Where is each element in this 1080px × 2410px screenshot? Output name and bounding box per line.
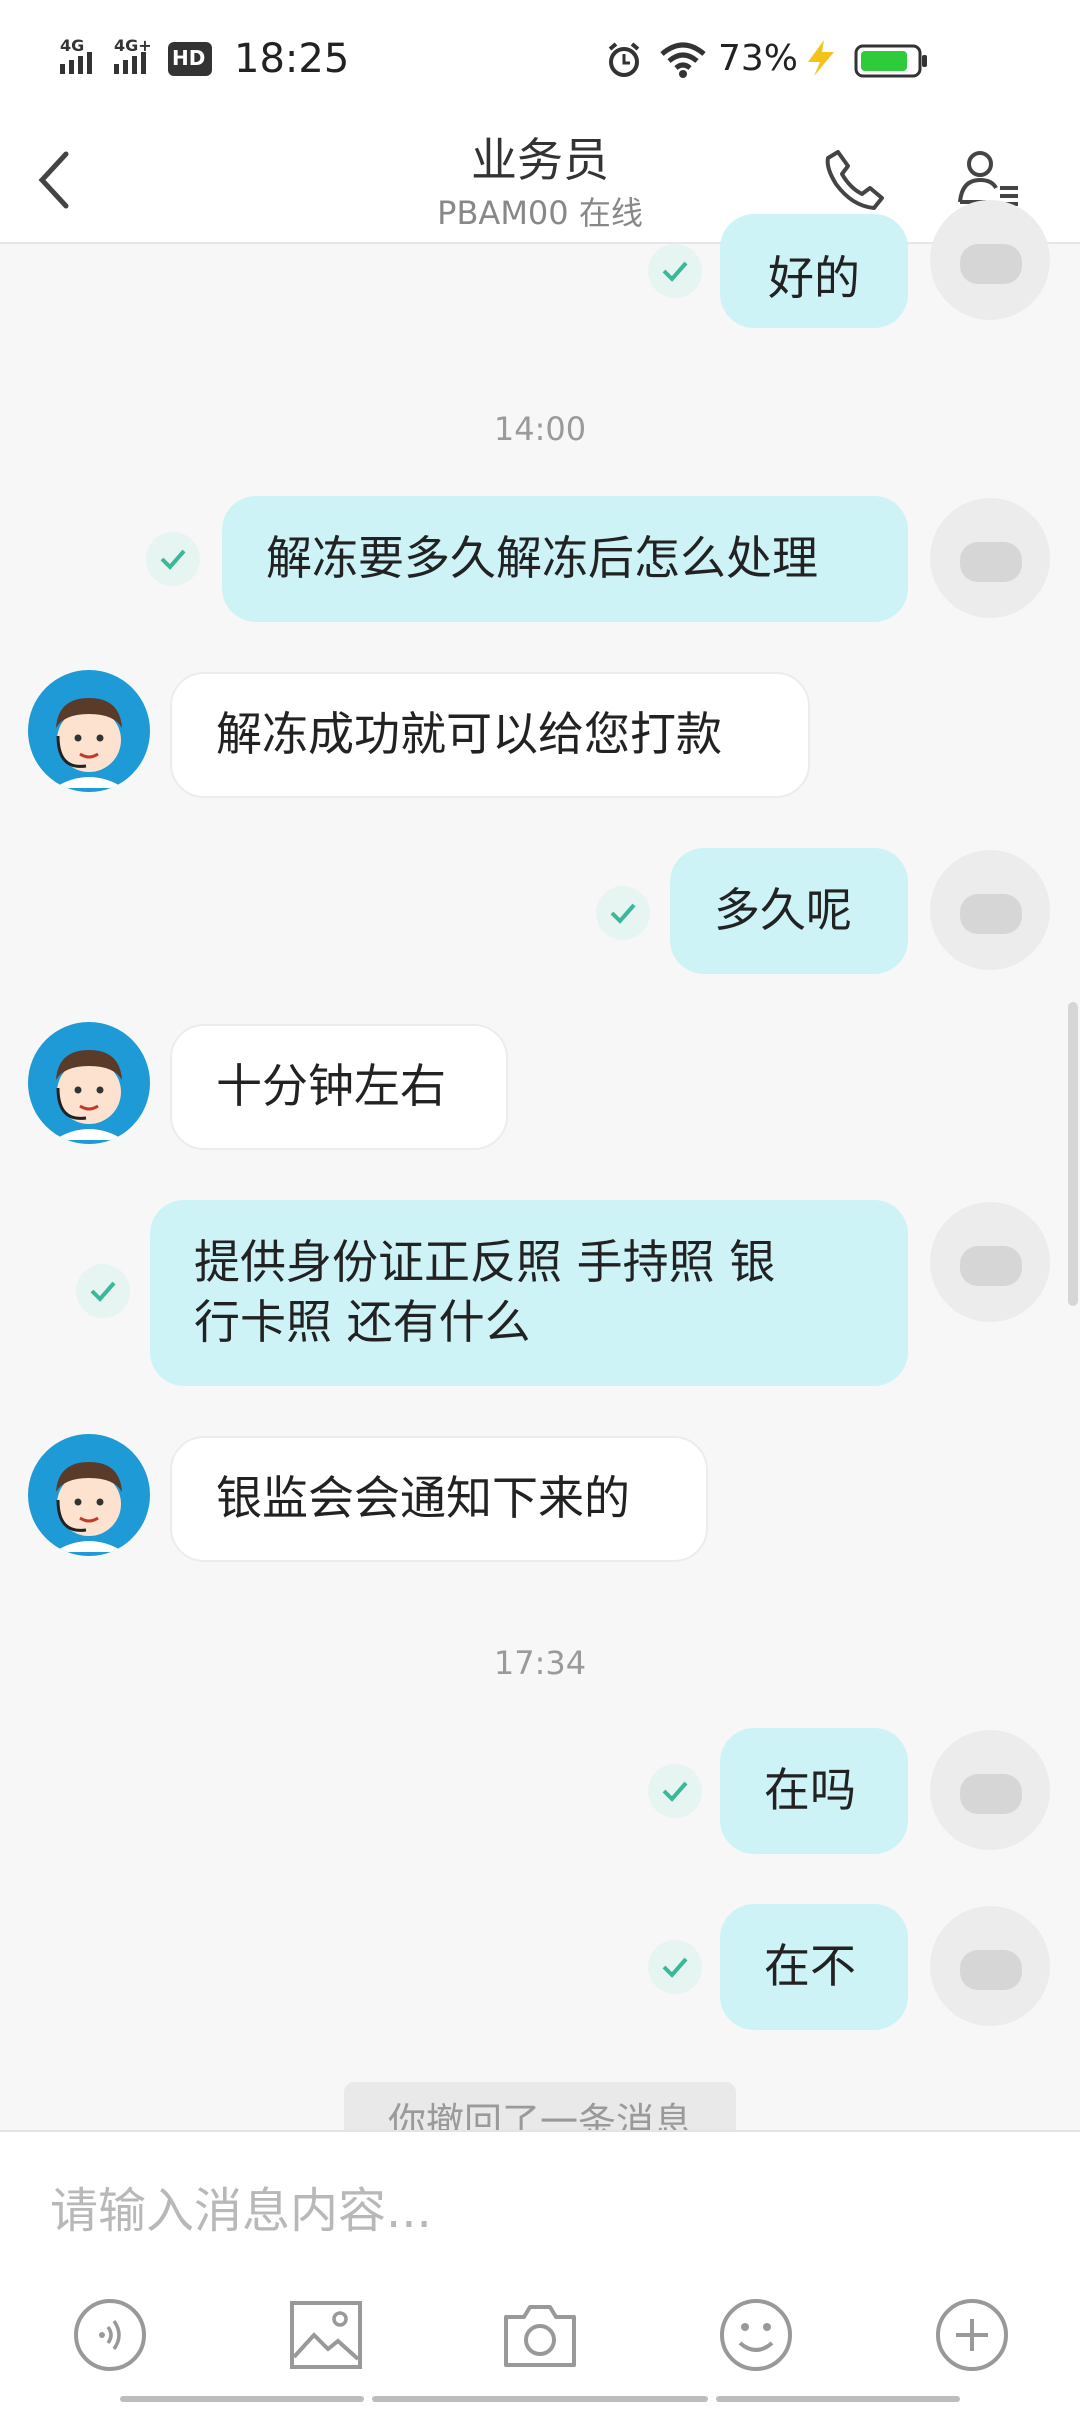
outgoing-message[interactable]: 解冻要多久解冻后怎么处理 [222, 496, 908, 622]
nav-bar-right[interactable] [716, 2396, 960, 2402]
incoming-message[interactable]: 十分钟左右 [170, 1024, 508, 1150]
outgoing-message[interactable]: 提供身份证正反照 手持照 银 行卡照 还有什么 [150, 1200, 908, 1386]
mi-logo-icon [960, 1774, 1022, 1814]
agent-avatar[interactable] [28, 670, 150, 792]
message-text-line2: 行卡照 还有什么 [194, 1295, 531, 1349]
mi-logo-icon [960, 1246, 1022, 1286]
message-text: 解冻成功就可以给您打款 [216, 707, 722, 761]
nav-bar-center[interactable] [372, 2396, 708, 2402]
message-input[interactable] [50, 2176, 1030, 2246]
self-avatar[interactable] [930, 1202, 1050, 1322]
outgoing-message[interactable]: 在吗 [720, 1728, 908, 1854]
read-check-icon [596, 886, 650, 940]
image-icon [290, 2301, 362, 2369]
self-avatar[interactable] [930, 200, 1050, 320]
signal-icon-2: 4G+ [112, 36, 160, 78]
message-text: 多久呢 [714, 883, 852, 937]
scrollbar[interactable] [1068, 1002, 1078, 1306]
emoji-button[interactable] [716, 2295, 796, 2375]
status-time: 18:25 [234, 36, 350, 82]
message-text: 银监会会通知下来的 [216, 1471, 630, 1525]
read-check-icon [76, 1264, 130, 1318]
message-text-line1: 提供身份证正反照 手持照 银 [194, 1235, 776, 1289]
alarm-icon [604, 40, 644, 80]
voice-icon [74, 2299, 146, 2371]
self-avatar[interactable] [930, 1730, 1050, 1850]
agent-avatar[interactable] [28, 1022, 150, 1144]
mi-logo-icon [960, 542, 1022, 582]
wifi-icon [658, 40, 708, 80]
chat-subtitle: PBAM00 在线 [437, 194, 643, 232]
incoming-message[interactable]: 银监会会通知下来的 [170, 1436, 708, 1562]
read-check-icon [146, 532, 200, 586]
phone-icon [825, 150, 884, 210]
timestamp: 14:00 [493, 410, 587, 448]
mi-logo-icon [960, 1950, 1022, 1990]
charging-icon [800, 38, 840, 78]
mi-logo-icon [960, 894, 1022, 934]
message-text: 十分钟左右 [216, 1059, 446, 1113]
hd-icon: HD [168, 42, 212, 76]
call-button[interactable] [820, 144, 890, 214]
chat-messages[interactable]: 好的 14:00 解冻要多久解冻后怎么处理 解冻成功就可以给您打款 多久呢 十分… [0, 200, 1080, 2130]
camera-button[interactable] [500, 2295, 580, 2375]
outgoing-message[interactable]: 多久呢 [670, 848, 908, 974]
signal-icon: 4G [58, 36, 106, 78]
camera-icon [504, 2305, 576, 2367]
message-text: 好的 [768, 251, 860, 305]
self-avatar[interactable] [930, 498, 1050, 618]
hd-label: HD [172, 46, 206, 70]
message-text: 在不 [764, 1939, 856, 1993]
self-avatar[interactable] [930, 1906, 1050, 2026]
battery-icon [854, 44, 928, 78]
nav-bar-left[interactable] [120, 2396, 364, 2402]
read-check-icon [648, 244, 702, 298]
message-text: 解冻要多久解冻后怎么处理 [266, 531, 818, 585]
more-button[interactable] [932, 2295, 1012, 2375]
status-bar: 4G 4G+ HD 18:25 73% [0, 0, 1080, 118]
timestamp: 17:34 [493, 1644, 587, 1682]
read-check-icon [648, 1764, 702, 1818]
message-text: 在吗 [764, 1763, 856, 1817]
chat-title: 业务员 [471, 133, 609, 187]
read-check-icon [648, 1940, 702, 1994]
image-button[interactable] [286, 2295, 366, 2375]
plus-icon [936, 2299, 1008, 2371]
outgoing-message[interactable]: 在不 [720, 1904, 908, 2030]
incoming-message[interactable]: 解冻成功就可以给您打款 [170, 672, 810, 798]
emoji-icon [720, 2299, 792, 2371]
battery-percent: 73% [718, 38, 799, 79]
mi-logo-icon [960, 244, 1022, 284]
outgoing-message[interactable]: 好的 [720, 214, 908, 328]
voice-button[interactable] [70, 2295, 150, 2375]
agent-avatar[interactable] [28, 1434, 150, 1556]
self-avatar[interactable] [930, 850, 1050, 970]
